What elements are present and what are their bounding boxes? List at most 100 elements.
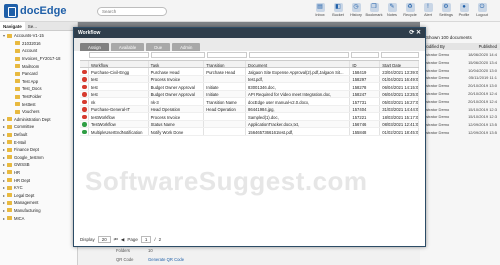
list-item[interactable]: nistrator Demo 18/06/2020 14:4 [420,51,500,59]
cell-transition: Initiate [204,90,247,97]
filter-date-input[interactable] [381,52,419,58]
header-transition[interactable]: Transition [204,61,247,67]
generate-qr-link[interactable]: Generate QR Code [148,257,184,262]
tree-folder-item[interactable]: ▸ Administration Dept [3,116,77,124]
tab-available[interactable]: Available [110,43,145,51]
cell-workflow: Purchase-Civil-Engg [89,68,149,75]
tree-folder-item[interactable]: ▸ Manufacturing [3,207,77,215]
list-item[interactable]: nistrator Demo 12/09/2019 13:5 [420,129,500,137]
refresh-icon[interactable]: ⟳ [409,30,414,36]
tree-folder-item[interactable]: ▸ GWSSB [3,161,77,169]
app-logo[interactable]: docEdge [4,4,66,18]
tree-folder-item[interactable]: ▸ Management [3,199,77,207]
filter-workflow-input[interactable] [89,52,149,58]
header-id[interactable]: ID [350,61,381,67]
list-item[interactable]: nistrator Demo 15/06/2020 13:4 [420,59,500,67]
table-row[interactable]: test Budget Owner Approval Initiate 8300134… [80,83,420,91]
toolbar-logout-button[interactable]: ⏻ Logout [473,3,491,17]
tree-folder-item[interactable]: Invoices_FY2017-18 [3,55,77,63]
close-icon[interactable]: ✕ [416,30,421,36]
tree-item-label: Mailroom [22,63,40,69]
tree-item-label: testtest [22,101,36,107]
folder-icon [15,71,20,76]
tree-folder-item[interactable]: ▸ Default [3,131,77,139]
table-row[interactable]: TestWorkflow Status Name ApplicationTracke… [80,120,420,128]
tree-folder-item[interactable]: ▸ Finance Dept [3,146,77,154]
tab-search[interactable]: Se... [25,22,40,30]
cell-id: 158297 [350,75,381,82]
header-workflow[interactable]: Workflow [89,61,149,67]
tree-folder-item[interactable]: ▸ HR [3,169,77,177]
tree-folder-item[interactable]: ▸ Google_testmm [3,154,77,162]
toolbar-recycle-button[interactable]: ♻ Recycle [401,3,419,17]
filter-document-input[interactable] [248,52,349,58]
cell-id: 157221 [350,113,381,120]
header-document[interactable]: Document [246,61,351,67]
table-row[interactable]: nk nk-3 Transition Name docEdge user manual… [80,98,420,106]
tree-folder-item[interactable]: Pancard [3,70,77,78]
tab-navigate[interactable]: Navigate [0,22,25,30]
tree-folder-item[interactable]: ▾ Accounts-V1-15 [3,32,77,40]
list-item[interactable]: nistrator Demo 12/09/2019 13:5 [420,121,500,129]
header-start-date[interactable]: Start Date [380,61,420,67]
bucket-icon: ◧ [333,3,343,12]
tree-folder-item[interactable]: ▸ E-Mail [3,138,77,146]
prop-folders-value: 10 [148,248,153,253]
status-overdue-icon [82,69,87,74]
table-row[interactable]: testWorkflow Process Invoice Sampled(1).do… [80,113,420,121]
header-published[interactable]: Published [479,44,497,49]
table-row[interactable]: Purchase-General-IT Head Operation Head Op… [80,105,420,113]
toolbar-bookmark-button[interactable]: ❐ Bookmark [365,3,383,17]
list-item[interactable]: nistrator Demo 15/10/2019 12:3 [420,106,500,114]
tree-folder-item[interactable]: ▸ KYC [3,184,77,192]
tree-folder-item[interactable]: TestFolder [3,93,77,101]
tree-folder-item[interactable]: ▸ MICA [3,214,77,222]
list-item[interactable]: nistrator Demo 20/10/2019 12:4 [420,98,500,106]
first-page-button[interactable]: ⏮ [114,237,118,242]
toolbar-alert-button[interactable]: ! Alert [419,3,437,17]
tree-folder-item[interactable]: ▸ Legal Dept [3,191,77,199]
tree-folder-item[interactable]: Account [3,47,77,55]
tree-folder-item[interactable]: 21032016 [3,40,77,48]
table-row[interactable]: MultipleUserEndNotification Notify Work D… [80,128,420,136]
tree-folder-item[interactable]: Test_Docs [3,85,77,93]
list-item[interactable]: nistrator Demo 05/11/2019 11:1 [420,74,500,82]
header-modified-by[interactable]: Modified By [423,44,445,49]
list-item[interactable]: nistrator Demo 20/10/2019 13:0 [420,82,500,90]
toolbar-label: History [350,13,362,17]
list-item[interactable]: nistrator Demo 15/10/2019 12:3 [420,113,500,121]
tab-admin[interactable]: Admin [172,43,201,51]
filter-id-input[interactable] [351,52,379,58]
tree-folder-item[interactable]: Test App [3,78,77,86]
toolbar-profile-button[interactable]: ● Profile [455,3,473,17]
filter-transition-input[interactable] [206,52,247,58]
cell-transition: Purchase Head [204,68,247,75]
folder-icon [15,48,20,53]
list-item[interactable]: nistrator Demo 20/10/2019 12:4 [420,90,500,98]
header-task[interactable]: Task [149,61,205,67]
list-item[interactable]: nistrator Demo 10/04/2020 13:0 [420,67,500,75]
toolbar-bucket-button[interactable]: ◧ Bucket [329,3,347,17]
filter-task-input[interactable] [150,52,205,58]
folder-icon [7,178,12,183]
search-box[interactable] [97,7,167,16]
tree-folder-item[interactable]: ▸ Committee [3,123,77,131]
tree-folder-item[interactable]: ▸ HR Dept [3,176,77,184]
page-number-input[interactable]: 1 [140,236,152,243]
folder-icon [7,140,12,145]
tab-assign[interactable]: Assign [80,43,109,51]
toolbar-history-button[interactable]: ◷ History [347,3,365,17]
search-input[interactable] [102,9,162,14]
toolbar-inbox-button[interactable]: ▤ Inbox [311,3,329,17]
tree-folder-item[interactable]: Mailroom [3,62,77,70]
table-row[interactable]: Purchase-Civil-Engg Purchase Head Purchase… [80,68,420,76]
tree-folder-item[interactable]: testtest [3,100,77,108]
tab-due[interactable]: Due [146,43,171,51]
table-row[interactable]: test Budget Owner Approval Initiate API Req… [80,90,420,98]
tree-folder-item[interactable]: Vouchers [3,108,77,116]
toolbar-notes-button[interactable]: ✎ Notes [383,3,401,17]
display-count-select[interactable]: 20 [97,236,111,243]
toolbar-settings-button[interactable]: ⚙ Settings [437,3,455,17]
table-row[interactable]: test Process Invoice test.pdf, 158297 01/04/… [80,75,420,83]
prev-page-button[interactable]: ◀ [121,237,124,243]
